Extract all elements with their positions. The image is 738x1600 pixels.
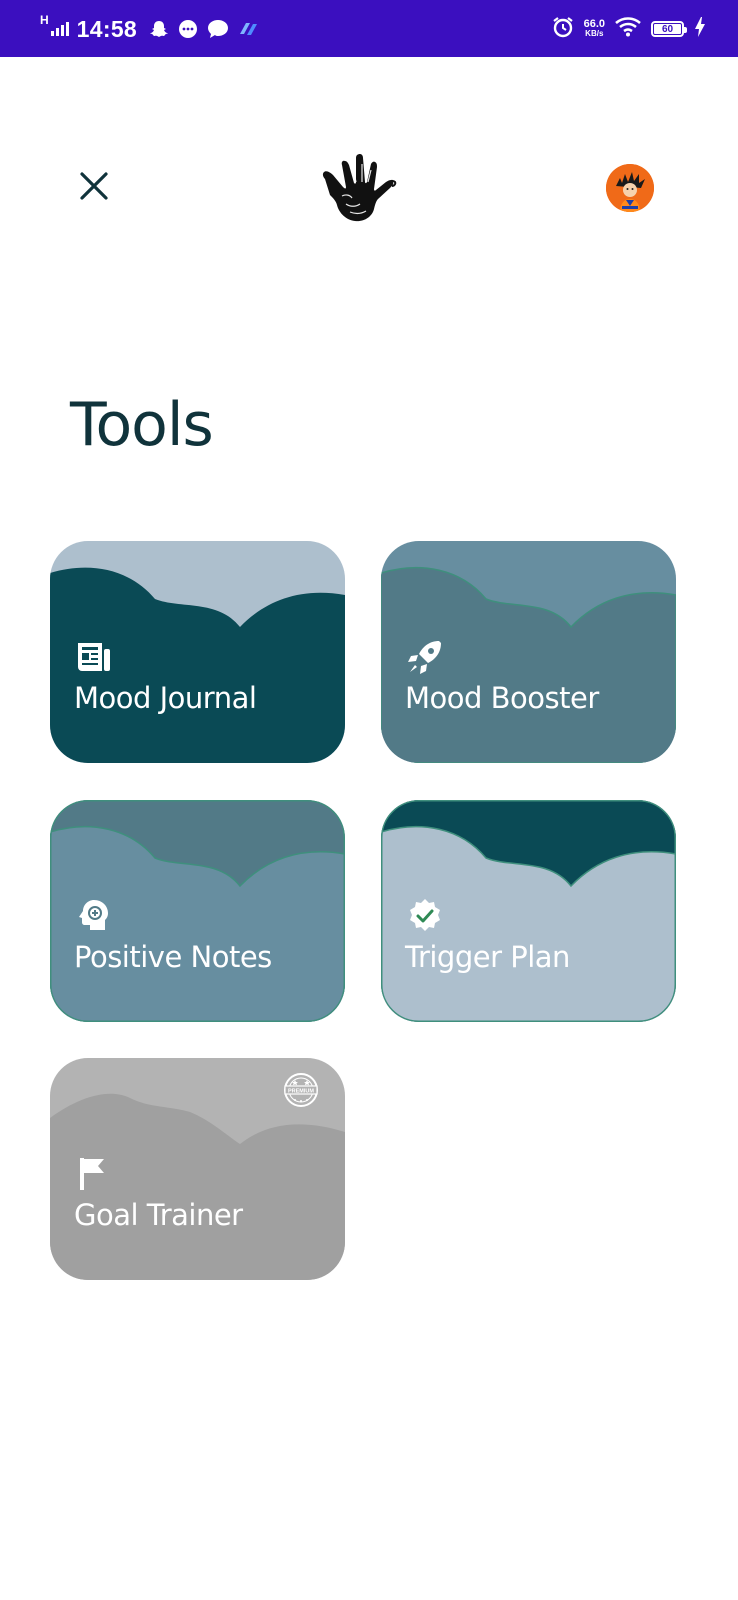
tool-card-trigger-plan[interactable]: Trigger Plan bbox=[381, 800, 676, 1022]
head-plus-icon bbox=[79, 900, 108, 930]
speed-value: 66.0 bbox=[583, 18, 605, 30]
tool-label: Goal Trainer bbox=[74, 1198, 243, 1232]
alarm-icon bbox=[552, 16, 574, 43]
snapchat-icon bbox=[149, 19, 169, 39]
verified-badge-icon bbox=[410, 899, 440, 931]
signal-icon bbox=[50, 22, 69, 36]
hand-print-logo bbox=[322, 152, 400, 226]
battery-icon: 60 bbox=[651, 21, 687, 37]
speed-unit: KB/s bbox=[585, 29, 604, 38]
message-icon bbox=[207, 19, 229, 39]
status-left: H 14:58 bbox=[40, 13, 267, 44]
tool-card-mood-booster[interactable]: Mood Booster bbox=[381, 541, 676, 763]
tool-label: Mood Journal bbox=[74, 681, 257, 715]
status-bar: H 14:58 66.0 KB/s 60 bbox=[0, 0, 738, 57]
tool-card-positive-notes[interactable]: Positive Notes bbox=[50, 800, 345, 1022]
premium-badge-text: PREMIUM bbox=[288, 1089, 314, 1095]
status-right: 66.0 KB/s 60 bbox=[552, 14, 706, 44]
tool-label: Positive Notes bbox=[74, 940, 272, 974]
app-notification-icon bbox=[237, 20, 259, 38]
tool-label: Trigger Plan bbox=[405, 940, 570, 974]
wifi-icon bbox=[615, 16, 641, 42]
tool-label: Mood Booster bbox=[405, 681, 599, 715]
flag-icon bbox=[80, 1158, 104, 1190]
chat-bubble-icon bbox=[177, 19, 199, 39]
close-button[interactable] bbox=[72, 164, 116, 208]
clock: 14:58 bbox=[76, 15, 137, 42]
network-type: H bbox=[40, 13, 49, 27]
premium-badge-icon: PREMIUM bbox=[284, 1073, 318, 1107]
page-title: Tools bbox=[70, 390, 214, 460]
close-icon bbox=[80, 172, 108, 200]
user-avatar[interactable] bbox=[606, 164, 654, 212]
tool-card-mood-journal[interactable]: Mood Journal bbox=[50, 541, 345, 763]
tool-card-goal-trainer[interactable]: PREMIUM Goal Trainer bbox=[50, 1058, 345, 1280]
rocket-icon bbox=[408, 641, 441, 674]
battery-level: 60 bbox=[661, 23, 674, 35]
network-speed: 66.0 KB/s bbox=[584, 19, 605, 39]
journal-icon bbox=[78, 643, 110, 671]
charging-icon bbox=[694, 16, 706, 43]
